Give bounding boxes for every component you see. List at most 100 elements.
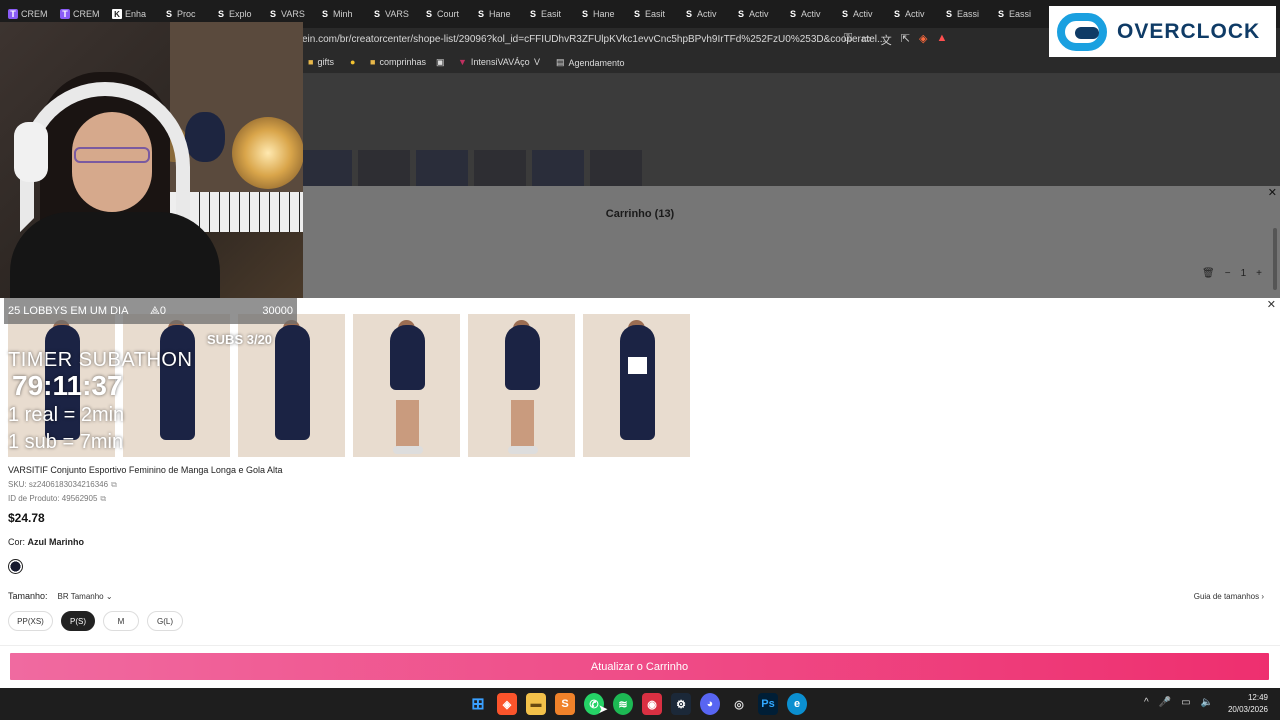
obs-icon[interactable]: ◎ [729,693,749,715]
translate-icon[interactable]: 文 [881,32,892,48]
browser-tab[interactable]: S Hane [468,0,520,28]
browser-tab[interactable]: S Activ [832,0,884,28]
bookmark-comprinhas[interactable]: ■ comprinhas [370,57,426,67]
quantity-stepper[interactable]: 🗑 − 1 + [1202,268,1262,279]
tab-label: VARS [281,9,305,19]
trash-icon[interactable]: 🗑 [1202,268,1215,279]
key-icon[interactable]: ⚿ [844,32,852,48]
edge-icon[interactable]: e [787,693,807,715]
browser-tab[interactable]: S Easit [520,0,572,28]
chevron-down-icon: ⌄ [105,591,113,601]
brave-rewards-icon[interactable]: ▲ [936,32,947,48]
bookmark-intensi[interactable]: ▼ IntensiVAVÁço [458,57,530,67]
windows-start-icon[interactable]: ⊞ [468,693,488,715]
close-icon[interactable]: ✕ [1268,186,1277,199]
copy-icon[interactable]: ⧉ [111,480,117,489]
system-clock[interactable]: 12:49 20/03/2026 [1228,692,1268,716]
s-icon: S [581,9,588,19]
red-app-icon[interactable]: ◉ [642,693,662,715]
browser-tab[interactable]: S Activ [780,0,832,28]
size-option-p[interactable]: P(S) [61,611,95,631]
size-option-g[interactable]: G(L) [147,611,183,631]
tab-label: Eassi [1009,9,1032,19]
bookmark-agendamento[interactable]: ▤ Agendamento [556,57,625,68]
share-icon[interactable]: ⇱ [901,32,910,48]
spotify-icon[interactable]: ≋ [613,693,633,715]
chevron-up-icon[interactable]: ^ [1144,697,1149,708]
v-icon: V [534,57,541,67]
subs-counter: SUBS 3/20 [207,332,273,347]
s-icon: S [737,9,744,19]
browser-tab[interactable]: S Eassi [988,0,1040,28]
bookmark-v[interactable]: V [534,57,540,67]
tab-label: Easit [541,9,562,19]
close-icon[interactable]: ✕ [1267,298,1276,311]
product-photo[interactable] [468,314,575,457]
circle-icon: ● [350,57,356,67]
browser-tab[interactable]: S Court [416,0,468,28]
file-explorer-icon[interactable]: ▬ [526,693,546,715]
color-swatch-navy[interactable] [8,559,23,574]
browser-tab[interactable]: S Easit [624,0,676,28]
size-unit-select[interactable]: BR Tamanho ⌄ [58,592,113,601]
folder-icon: ■ [308,57,314,67]
discord-icon[interactable]: ◕ [700,693,720,715]
dimmed-thumbnails [300,150,642,186]
color-label: Cor: [8,537,26,547]
speaker-icon[interactable]: 🔈 [1201,697,1213,708]
streamer [10,62,220,298]
bookmark-gifts[interactable]: ■ gifts [308,57,334,67]
goal-label: 25 LOBBYS EM UM DIA [8,305,129,317]
browser-tab[interactable]: S Eassi [936,0,988,28]
display-icon[interactable]: ▭ [1181,697,1190,708]
size-guide-link[interactable]: Guia de tamanhos › [1194,592,1264,601]
sublime-text-icon[interactable]: S [555,693,575,715]
folder-icon: ■ [370,57,376,67]
tab-label: VARS [385,9,409,19]
size-option-pp[interactable]: PP(XS) [8,611,53,631]
update-cart-button[interactable]: Atualizar o Carrinho [10,653,1269,680]
s-icon: S [217,9,224,19]
timer-value: 79:11:37 [12,370,123,401]
browser-tab[interactable]: S VARS [364,0,416,28]
steam-icon[interactable]: ⚙ [671,693,691,715]
browser-tab[interactable]: S Activ [884,0,936,28]
tab-label: Activ [801,9,821,19]
browser-tab[interactable]: S Activ [728,0,780,28]
dim-thumbnail [532,150,584,186]
quantity-value: 1 [1240,268,1247,279]
tab-label: CREM [21,9,48,19]
cart-scrollbar[interactable] [1273,228,1277,290]
photoshop-icon[interactable]: Ps [758,693,778,715]
s-icon: S [945,9,952,19]
twitch-icon: T [60,9,70,19]
bookmark-photo[interactable]: ▣ [436,57,445,68]
plus-icon[interactable]: + [1256,268,1262,279]
brave-shield-icon[interactable]: ◈ [919,32,927,48]
s-icon: S [529,9,536,19]
product-photo[interactable] [353,314,460,457]
tab-label: Activ [749,9,769,19]
copy-icon[interactable]: ⧉ [100,494,106,503]
tab-label: Activ [905,9,925,19]
browser-tab[interactable]: S Minh [312,0,364,28]
product-photo[interactable] [583,314,690,457]
browser-tab[interactable]: S Hane [572,0,624,28]
twitch-icon: T [8,9,18,19]
minus-icon[interactable]: − [1225,268,1231,279]
cart-title: Carrinho (13) [605,208,675,220]
browser-tab[interactable]: S Activ [676,0,728,28]
s-icon: S [789,9,796,19]
overclock-logo: OVERCLOCK [1049,6,1276,57]
s-icon: S [269,9,276,19]
bookmark-dot[interactable]: ● [350,57,355,67]
s-icon: S [321,9,328,19]
cast-icon[interactable]: ▭ [861,32,871,48]
size-option-m[interactable]: M [103,611,139,631]
tab-label: Easit [645,9,666,19]
s-icon: S [893,9,900,19]
microphone-icon[interactable]: 🎤 [1159,697,1171,708]
product-sku: SKU: sz2406183034216346 ⧉ [8,480,117,489]
url-field[interactable]: ein.com/br/creatorcenter/shope-list/2909… [302,34,885,45]
brave-browser-icon[interactable]: ◈ [497,693,517,715]
